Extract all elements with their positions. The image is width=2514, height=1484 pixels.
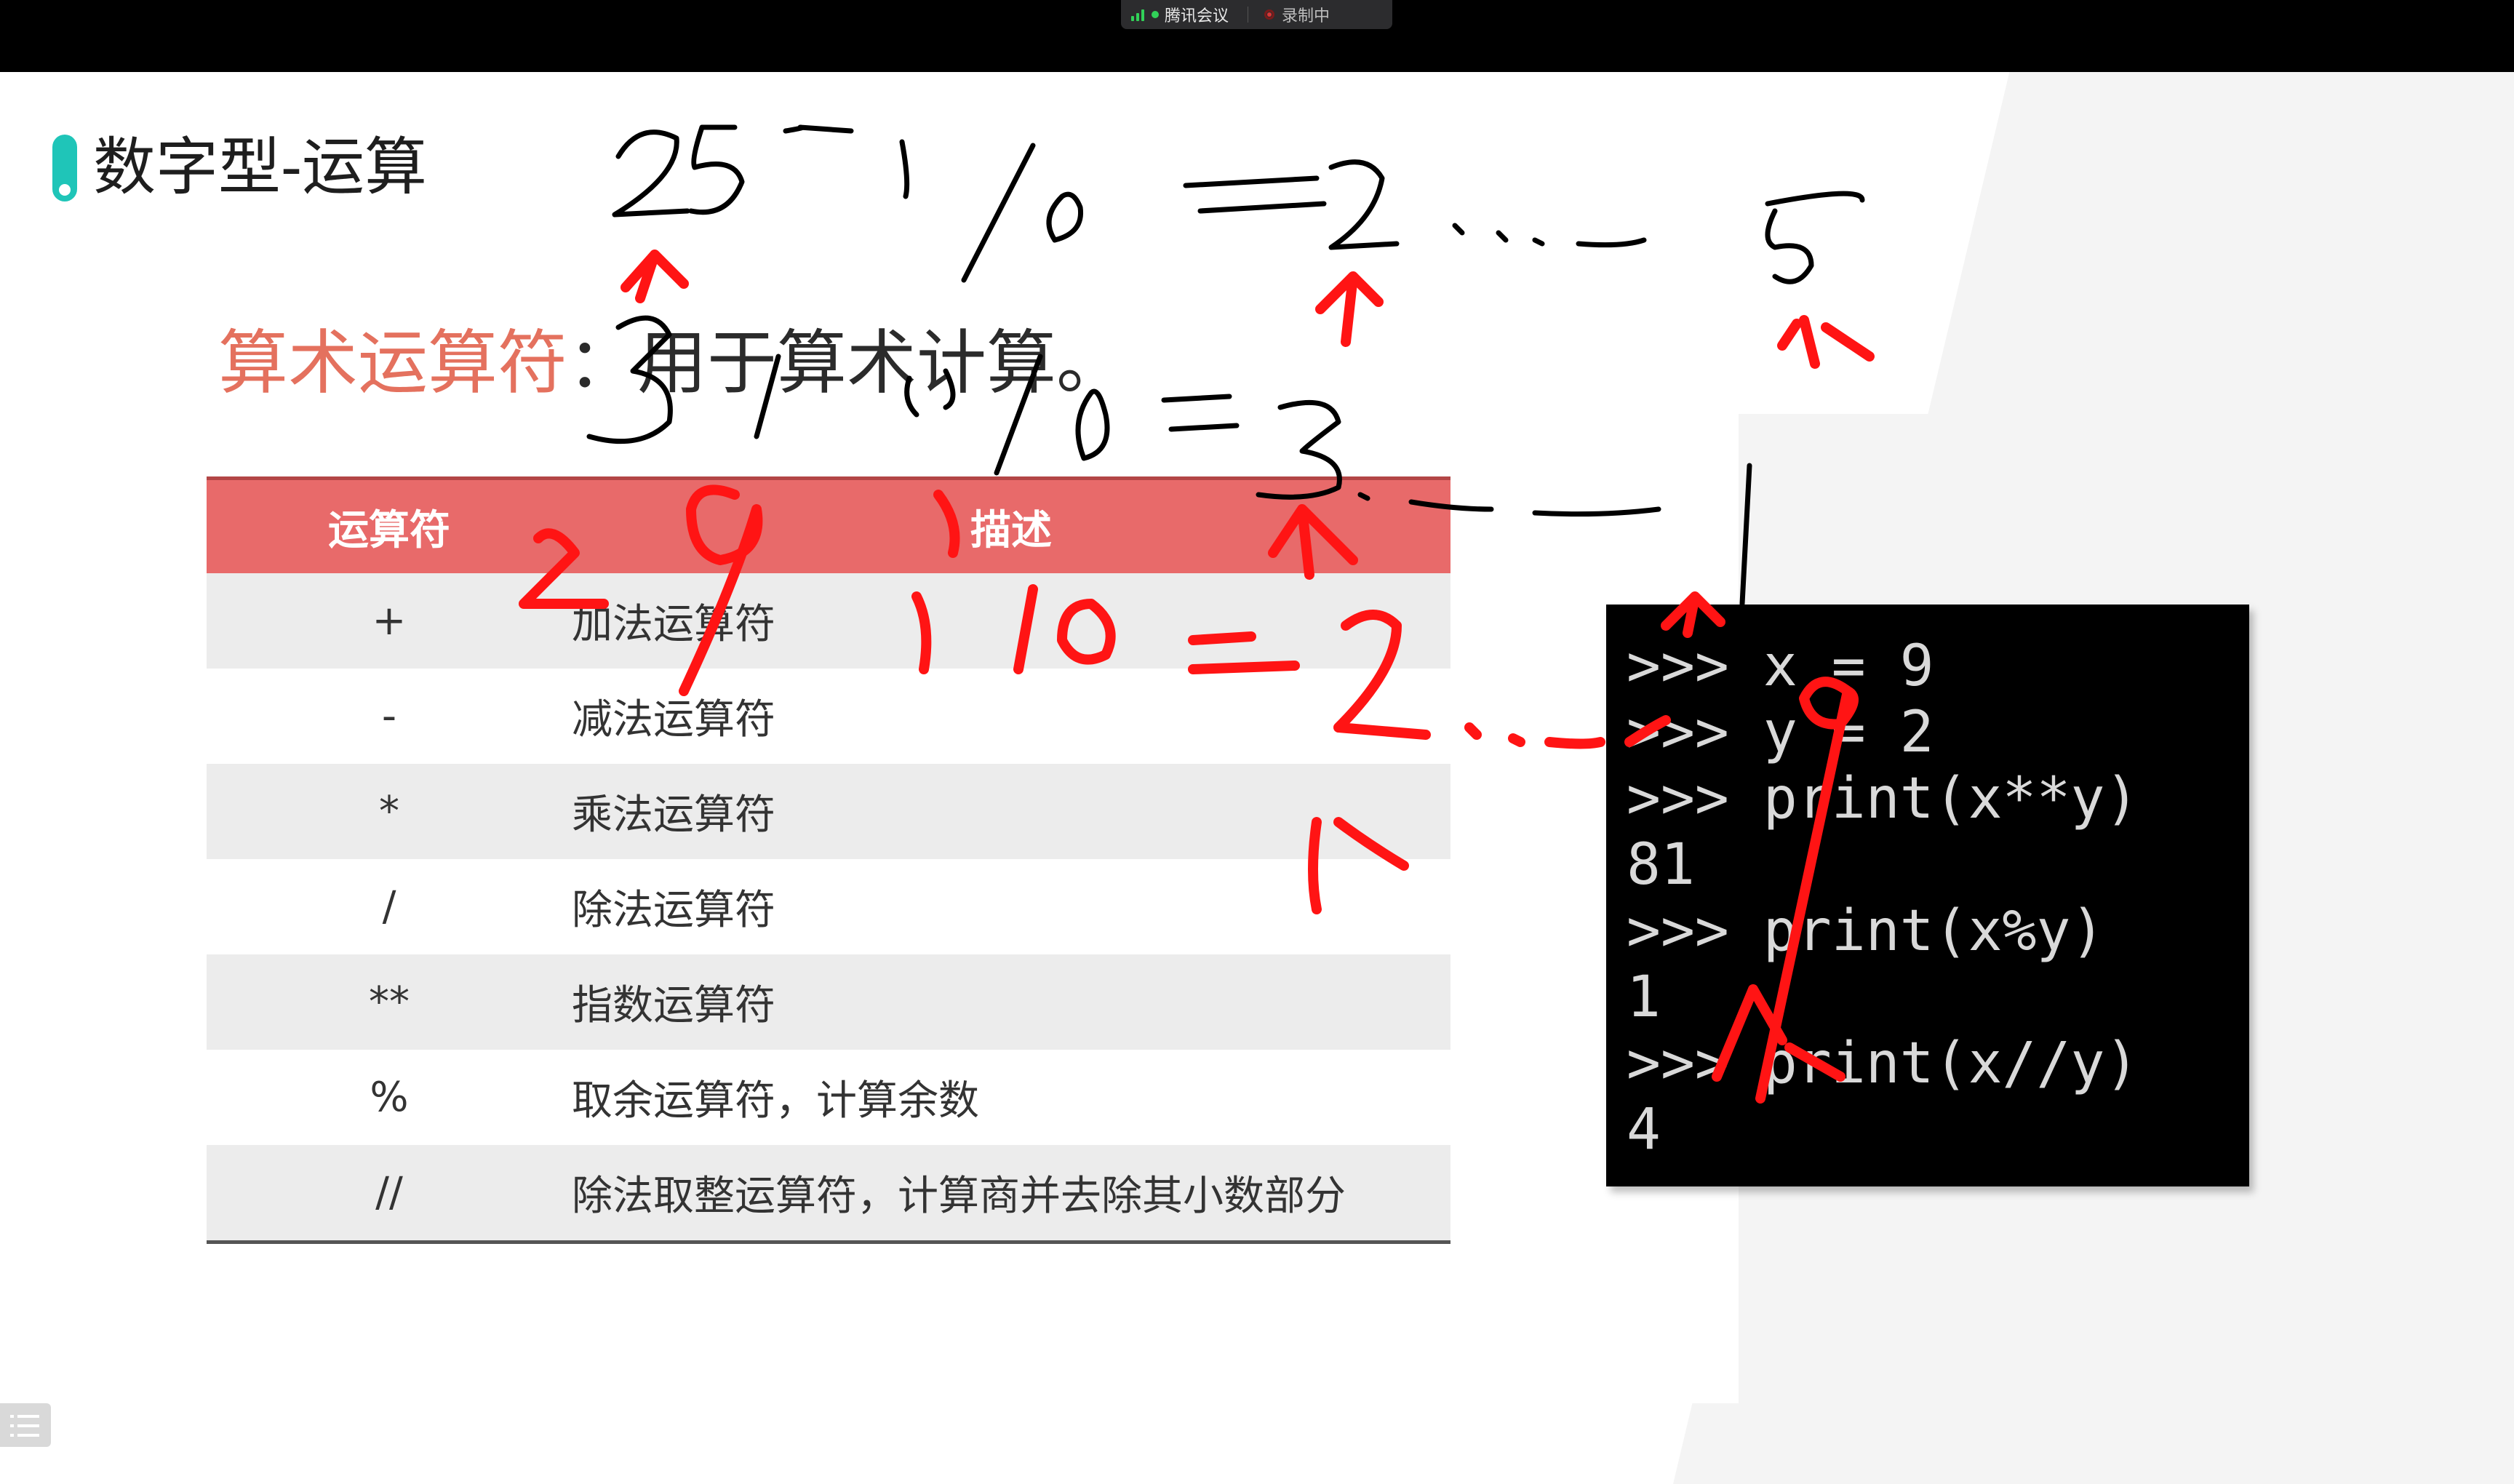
operator-cell: * (207, 764, 572, 859)
description-cell: 减法运算符 (572, 696, 775, 743)
list-icon[interactable] (0, 1403, 51, 1447)
signal-icon (1131, 8, 1144, 21)
table-header-row: 运算符 描述 (207, 476, 1450, 573)
console-line: 81 (1627, 832, 1695, 898)
header-operator: 运算符 (207, 476, 572, 573)
description-cell: 取余运算符，计算余数 (572, 1077, 979, 1125)
operator-cell: - (381, 693, 397, 740)
table-row: * 乘法运算符 (207, 764, 1450, 859)
title-accent-icon (52, 135, 77, 202)
table-row: //除法取整运算符，计算商并去除其小数部分 (207, 1145, 1450, 1244)
table-row: + 加法运算符 (207, 573, 1450, 669)
meeting-status-pill[interactable]: 腾讯会议 录制中 (1121, 0, 1392, 29)
subtitle: 算术运算符：用于算术计算。 (218, 319, 1126, 407)
subtitle-rest: ：用于算术计算。 (567, 322, 1126, 404)
operator-cell: % (370, 1074, 409, 1121)
table-row: - 减法运算符 (207, 669, 1450, 764)
connection-dot-icon (1152, 11, 1159, 18)
console-line: >>> y = 2 (1627, 700, 1934, 765)
presentation-slide: 数字型-运算 算术运算符：用于算术计算。 运算符 描述 + 加法运算符 - 减法运算… (0, 72, 2514, 1484)
python-console-screenshot: >>> x = 9 >>> y = 2 >>> print(x**y) 81 >… (1606, 605, 2249, 1186)
meeting-top-bar: 腾讯会议 录制中 (0, 0, 2514, 72)
operator-table: 运算符 描述 + 加法运算符 - 减法运算符 * 乘法运算符 / 除法运算符 ** 指数运… (207, 476, 1450, 1244)
description-cell: 除法取整运算符，计算商并去除其小数部分 (572, 1145, 1450, 1244)
table-row: % 取余运算符，计算余数 (207, 1050, 1450, 1145)
console-line: 1 (1627, 965, 1661, 1030)
console-line: >>> x = 9 (1627, 634, 1934, 699)
header-description: 描述 (572, 476, 1450, 573)
console-line: >>> print(x//y) (1627, 1031, 2139, 1096)
console-line: >>> print(x%y) (1627, 898, 2105, 964)
table-row: ** 指数运算符 (207, 954, 1450, 1050)
description-cell: 乘法运算符 (572, 764, 1450, 859)
console-line: >>> print(x**y) (1627, 766, 2139, 831)
app-name: 腾讯会议 (1165, 7, 1229, 25)
description-cell: 指数运算符 (572, 954, 1450, 1050)
description-cell: 加法运算符 (572, 573, 1450, 669)
recording-status[interactable]: 录制中 (1282, 3, 1330, 26)
operator-cell: + (207, 573, 572, 669)
recording-icon (1264, 9, 1275, 20)
table-row: / 除法运算符 (207, 859, 1450, 954)
slide-title: 数字型-运算 (93, 131, 428, 204)
operator-cell: ** (207, 954, 572, 1050)
description-cell: 除法运算符 (572, 887, 775, 934)
operator-cell: / (382, 883, 396, 930)
console-line: 4 (1627, 1097, 1661, 1162)
operator-cell: // (207, 1145, 572, 1244)
list-glyph-icon (10, 1415, 39, 1437)
subtitle-highlight: 算术运算符 (218, 322, 567, 404)
